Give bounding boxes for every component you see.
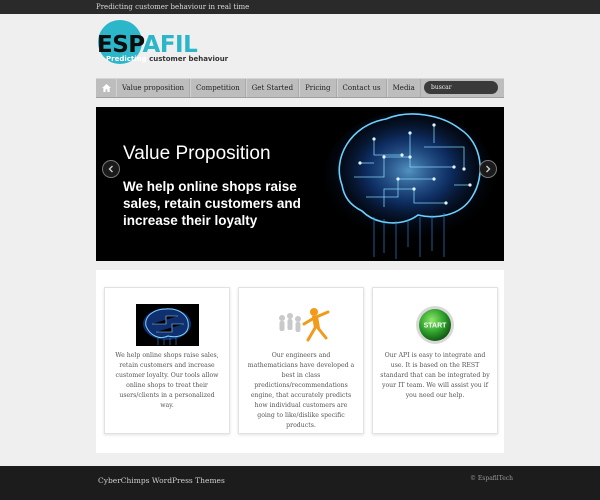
start-label: START	[424, 323, 448, 330]
start-button-graphic: START	[404, 304, 467, 346]
slider-prev-button[interactable]	[102, 160, 120, 178]
nav-item-contact-us[interactable]: Contact us	[336, 79, 387, 97]
leader-figure	[270, 304, 333, 346]
site-tagline: Predicting customer behaviour in real ti…	[96, 3, 250, 11]
nav-item-get-started[interactable]: Get Started	[245, 79, 300, 97]
brain-illustration	[324, 111, 494, 259]
feature-text-1: We help online shops raise sales, retain…	[115, 352, 219, 409]
slide-text: We help online shops raise sales, retain…	[123, 179, 301, 228]
footer-copyright: © EspafilTech	[470, 475, 514, 482]
home-icon	[101, 84, 111, 92]
nav-item-pricing[interactable]: Pricing	[299, 79, 337, 97]
features-section: We help online shops raise sales, retain…	[96, 270, 504, 453]
chevron-right-icon	[486, 165, 491, 173]
chevron-left-icon	[108, 165, 113, 173]
footer-theme-link[interactable]: CyberChimps WordPress Themes	[98, 476, 225, 485]
slide-title: Value Proposition	[123, 143, 271, 164]
brain-thumbnail	[136, 304, 199, 346]
hero-slider: Value Proposition We help online shops r…	[96, 107, 504, 261]
site-footer: CyberChimps WordPress Themes © EspafilTe…	[0, 466, 600, 500]
feature-text-3: Our API is easy to integrate and use. It…	[380, 352, 490, 399]
nav-item-media[interactable]: Media	[386, 79, 421, 97]
feature-text-2: Our engineers and mathematicians have de…	[247, 352, 355, 429]
feature-card-3: START Our API is easy to integrate and u…	[372, 287, 498, 434]
home-button[interactable]	[96, 79, 117, 97]
search-input[interactable]: buscar	[424, 81, 498, 94]
top-bar: Predicting customer behaviour in real ti…	[0, 0, 600, 14]
nav-item-competition[interactable]: Competition	[190, 79, 246, 97]
feature-card-2: Our engineers and mathematicians have de…	[238, 287, 364, 434]
main-navigation: Value proposition Competition Get Starte…	[96, 78, 504, 98]
logo-tagline: Predicting customer behaviour	[106, 55, 229, 63]
nav-item-value-proposition[interactable]: Value proposition	[116, 79, 191, 97]
slider-next-button[interactable]	[479, 160, 497, 178]
site-logo[interactable]: ESPAFIL Predicting customer behaviour	[96, 20, 228, 70]
feature-card-1: We help online shops raise sales, retain…	[104, 287, 230, 434]
